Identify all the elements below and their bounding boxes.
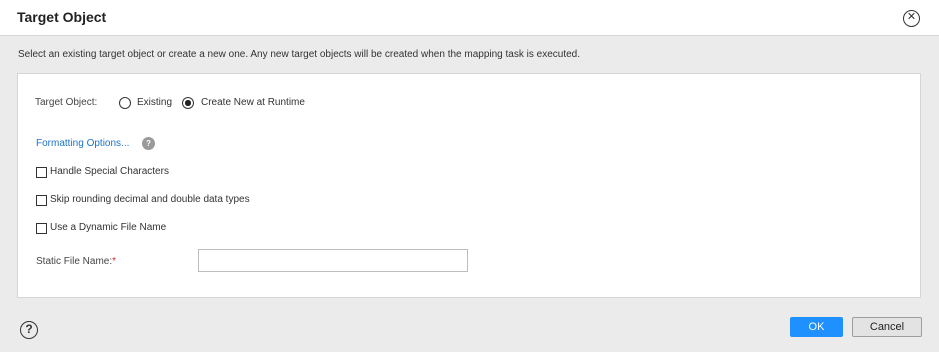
cancel-button[interactable]: Cancel — [852, 317, 922, 337]
radio-create-new-label[interactable]: Create New at Runtime — [201, 97, 305, 108]
required-marker: * — [112, 256, 117, 267]
handle-special-characters-label[interactable]: Handle Special Characters — [50, 166, 169, 177]
ok-button[interactable]: OK — [790, 317, 843, 337]
dialog-description: Select an existing target object or crea… — [18, 49, 580, 60]
dialog-header: Target Object ✕ — [0, 0, 939, 36]
formatting-options-link[interactable]: Formatting Options... — [36, 138, 129, 149]
dialog-title: Target Object — [17, 9, 107, 25]
dynamic-file-name-label[interactable]: Use a Dynamic File Name — [50, 222, 166, 233]
dynamic-file-name-checkbox[interactable] — [36, 223, 47, 234]
settings-panel: Target Object: Existing Create New at Ru… — [17, 73, 921, 298]
handle-special-characters-checkbox[interactable] — [36, 167, 47, 178]
static-file-name-label: Static File Name:* — [36, 256, 116, 267]
radio-create-new[interactable] — [182, 97, 194, 109]
close-icon[interactable]: ✕ — [903, 10, 920, 27]
skip-rounding-label[interactable]: Skip rounding decimal and double data ty… — [50, 194, 250, 205]
help-icon[interactable]: ? — [20, 321, 38, 339]
help-icon[interactable]: ? — [142, 137, 155, 150]
static-file-name-input[interactable] — [198, 249, 468, 272]
target-object-label: Target Object: — [35, 97, 98, 108]
radio-existing-label[interactable]: Existing — [137, 97, 172, 108]
static-file-name-text: Static File Name: — [36, 256, 113, 267]
radio-existing[interactable] — [119, 97, 131, 109]
skip-rounding-checkbox[interactable] — [36, 195, 47, 206]
